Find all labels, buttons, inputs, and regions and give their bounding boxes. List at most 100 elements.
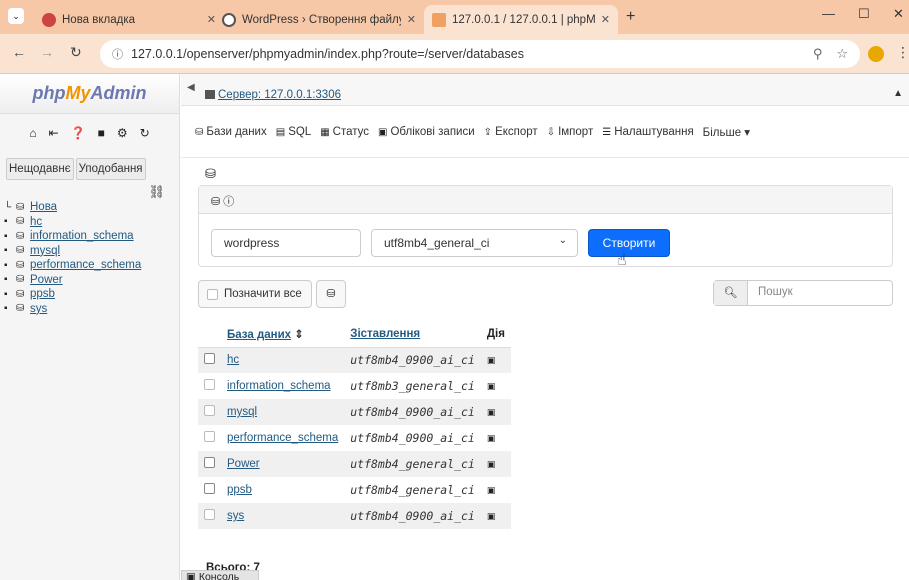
- new-tab-button[interactable]: +: [626, 8, 635, 26]
- expand-icon[interactable]: ▪: [4, 216, 16, 227]
- collation-column-header[interactable]: Зіставлення: [344, 321, 481, 348]
- reload-icon[interactable]: ↻: [70, 44, 82, 61]
- favorites-button[interactable]: Уподобання: [75, 158, 146, 180]
- tab-import[interactable]: ⇩ Імпорт: [547, 126, 594, 138]
- create-button[interactable]: Створити: [588, 229, 670, 257]
- database-link[interactable]: sys: [227, 510, 244, 522]
- tab-status[interactable]: ▦ Статус: [320, 126, 369, 138]
- row-checkbox[interactable]: [204, 353, 215, 365]
- tree-item-information-schema[interactable]: ▪ ⛁ information_schema: [4, 229, 179, 244]
- tab-sql[interactable]: ▤ SQL: [276, 126, 311, 138]
- sort-by-collation-link[interactable]: Зіставлення: [350, 328, 420, 340]
- expand-icon[interactable]: ▪: [4, 289, 16, 300]
- tree-item-ppsb[interactable]: ▪ ⛁ ppsb: [4, 287, 179, 302]
- tab-accounts[interactable]: ▣ Облікові записи: [378, 126, 475, 138]
- database-link[interactable]: performance_schema: [227, 432, 338, 444]
- tab-search-button[interactable]: ⌄: [8, 8, 24, 24]
- search-input[interactable]: Пошук: [748, 281, 803, 305]
- database-link[interactable]: information_schema: [227, 380, 331, 392]
- expand-icon[interactable]: ▪: [4, 260, 16, 271]
- row-checkbox[interactable]: [204, 457, 215, 468]
- server-link[interactable]: Сервер: 127.0.0.1:3306: [205, 89, 341, 101]
- search-field[interactable]: 🔍︎ Пошук: [713, 280, 893, 306]
- privileges-icon[interactable]: ▣: [480, 425, 511, 451]
- row-checkbox[interactable]: [204, 509, 215, 520]
- console-toggle[interactable]: ▣ Консоль: [181, 570, 259, 580]
- close-tab-icon[interactable]: ✕: [407, 13, 416, 26]
- tab-wordpress[interactable]: WordPress › Створення файлу ✕: [214, 5, 424, 34]
- bookmark-star-icon[interactable]: ☆: [836, 46, 848, 62]
- privileges-icon[interactable]: ▣: [480, 399, 511, 425]
- tree-item-mysql[interactable]: ▪ ⛁ mysql: [4, 244, 179, 259]
- database-link[interactable]: Power: [227, 458, 260, 470]
- profile-avatar[interactable]: [868, 46, 884, 62]
- tree-label[interactable]: hc: [30, 216, 42, 228]
- row-checkbox[interactable]: [204, 379, 215, 390]
- recent-button[interactable]: Нещодавнє: [6, 158, 74, 180]
- name-column-header[interactable]: База даних ⇕: [221, 321, 345, 348]
- phpmyadmin-logo[interactable]: phpMyAdmin: [0, 74, 179, 114]
- collapse-sidebar-icon[interactable]: ◀: [187, 82, 195, 93]
- row-checkbox[interactable]: [204, 405, 215, 416]
- select-all-checkbox[interactable]: [207, 288, 218, 300]
- privileges-icon[interactable]: ▣: [480, 503, 511, 529]
- tree-item-sys[interactable]: ▪ ⛁ sys: [4, 302, 179, 317]
- tree-label[interactable]: information_schema: [30, 230, 134, 242]
- databases-heading-icon: ⛁: [205, 166, 216, 181]
- maximize-icon[interactable]: ☐: [858, 6, 870, 22]
- expand-icon[interactable]: ▪: [4, 274, 16, 285]
- tree-item-performance-schema[interactable]: ▪ ⛁ performance_schema: [4, 258, 179, 273]
- tree-label[interactable]: Нова: [30, 201, 57, 213]
- privileges-icon[interactable]: ▣: [480, 373, 511, 399]
- database-name-input[interactable]: [211, 229, 361, 257]
- pin-icon[interactable]: ▲: [893, 88, 903, 99]
- tree-label[interactable]: Power: [30, 274, 63, 286]
- row-checkbox[interactable]: [204, 483, 215, 494]
- tab-more[interactable]: Більше ▾: [703, 125, 750, 139]
- collation-cell: utf8mb4_general_ci: [344, 451, 481, 477]
- collation-select[interactable]: utf8mb4_general_ci ⌄: [371, 229, 578, 257]
- home-icon[interactable]: ⌂: [29, 126, 36, 140]
- close-window-icon[interactable]: ✕: [893, 6, 904, 22]
- database-link[interactable]: mysql: [227, 406, 257, 418]
- docs-icon[interactable]: ■: [98, 126, 105, 140]
- help-icon[interactable]: ⓘ: [223, 196, 234, 208]
- select-all-button[interactable]: Позначити все: [198, 280, 312, 308]
- row-checkbox[interactable]: [204, 431, 215, 442]
- tree-item-power[interactable]: ▪ ⛁ Power: [4, 273, 179, 288]
- help-icon[interactable]: ❓: [71, 126, 86, 140]
- refresh-icon[interactable]: ↻: [140, 126, 150, 140]
- browser-menu-icon[interactable]: ⋮: [896, 44, 909, 61]
- tree-item-hc[interactable]: ▪ ⛁ hc: [4, 215, 179, 230]
- database-link[interactable]: ppsb: [227, 484, 252, 496]
- close-tab-icon[interactable]: ✕: [601, 13, 610, 26]
- tab-new-tab[interactable]: Нова вкладка ✕: [34, 5, 224, 34]
- back-icon[interactable]: ←: [12, 44, 26, 60]
- tree-item-new[interactable]: └ ⛁ Нова: [4, 200, 179, 215]
- tree-label[interactable]: performance_schema: [30, 259, 141, 271]
- privileges-icon[interactable]: ▣: [480, 347, 511, 373]
- zoom-icon[interactable]: ⚲: [813, 46, 823, 62]
- database-link[interactable]: hc: [227, 354, 239, 366]
- database-stats-icon[interactable]: ⛁: [316, 280, 346, 308]
- sort-by-name-link[interactable]: База даних: [227, 329, 291, 341]
- tab-phpmyadmin[interactable]: 127.0.0.1 / 127.0.0.1 | phpMyAdm ✕: [424, 5, 618, 34]
- logout-icon[interactable]: ⇤: [49, 126, 59, 140]
- minimize-icon[interactable]: —: [822, 6, 835, 21]
- link-icon[interactable]: ⛓: [0, 180, 179, 200]
- tab-export[interactable]: ⇪ Експорт: [484, 126, 538, 138]
- expand-icon[interactable]: ▪: [4, 303, 16, 314]
- tree-label[interactable]: mysql: [30, 245, 60, 257]
- privileges-icon[interactable]: ▣: [480, 451, 511, 477]
- tree-label[interactable]: ppsb: [30, 288, 55, 300]
- tab-settings[interactable]: ☰ Налаштування: [602, 126, 693, 138]
- expand-icon[interactable]: ▪: [4, 231, 16, 242]
- privileges-icon[interactable]: ▣: [480, 477, 511, 503]
- tree-label[interactable]: sys: [30, 303, 47, 315]
- url-field[interactable]: ⓘ 127.0.0.1/openserver/phpmyadmin/index.…: [100, 40, 860, 68]
- expand-icon[interactable]: ▪: [4, 245, 16, 256]
- settings-icon[interactable]: ⚙: [117, 126, 128, 140]
- tab-databases[interactable]: ⛁ Бази даних: [195, 126, 267, 138]
- forward-icon[interactable]: →: [40, 44, 54, 60]
- site-info-icon[interactable]: ⓘ: [112, 46, 123, 62]
